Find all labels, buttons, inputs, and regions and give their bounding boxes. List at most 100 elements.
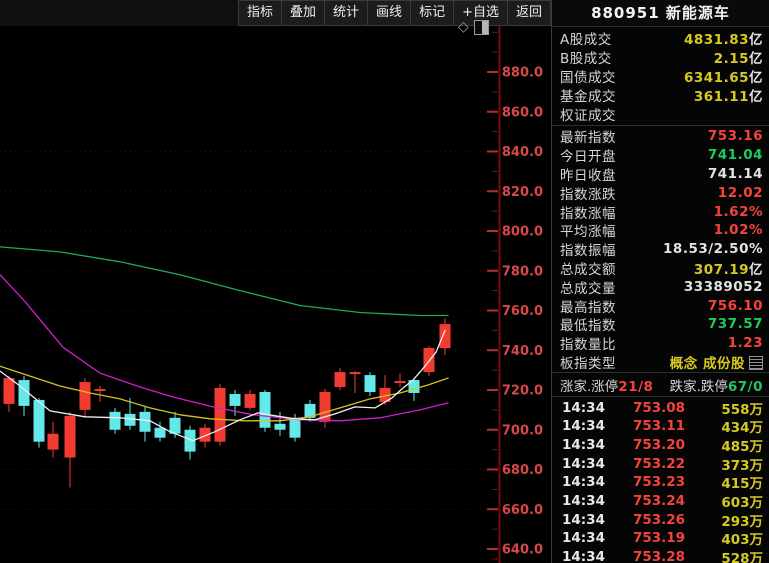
- row-unit: 亿: [749, 69, 763, 86]
- candle: [304, 399, 316, 422]
- panel-row: 国债成交 6341.65亿: [552, 66, 769, 86]
- tick-volume: 373万: [721, 457, 763, 474]
- y-axis-label: 800.0: [502, 225, 543, 240]
- row-value: 1.62%: [713, 203, 763, 220]
- tick-row: 14:34 753.08 558万: [552, 398, 769, 418]
- row-value: 756.10: [707, 297, 763, 314]
- y-axis-label: 840.0: [502, 145, 543, 160]
- candle: [334, 368, 346, 390]
- candle: [394, 373, 406, 388]
- panel-row: 权证成交: [552, 105, 769, 124]
- candle: [79, 378, 91, 418]
- panel-row: 总成交量 33389052: [552, 277, 769, 297]
- row-label: 平均涨幅: [560, 224, 616, 241]
- tick-price: 753.22: [632, 455, 686, 472]
- diamond-marker-icon[interactable]: ◇: [458, 19, 469, 35]
- tick-price: 753.08: [632, 399, 686, 416]
- up-count-value: 21/8: [618, 378, 654, 395]
- row-label: 指数涨跌: [560, 186, 616, 203]
- panel-row: 指数量比 1.23: [552, 334, 769, 353]
- tick-price: 753.11: [632, 418, 686, 435]
- panel-row: 最高指数 756.10: [552, 296, 769, 316]
- tick-time: 14:34: [562, 437, 605, 454]
- row-unit: 亿: [749, 31, 763, 48]
- y-axis-label: 660.0: [502, 503, 543, 518]
- panel-toggle-icon[interactable]: [473, 19, 489, 35]
- tick-volume: 485万: [721, 439, 763, 456]
- row-value: 2.15亿: [713, 50, 763, 67]
- tick-volume: 558万: [721, 401, 763, 418]
- candle: [109, 407, 121, 434]
- row-unit: 亿: [749, 261, 763, 278]
- tick-row: 14:34 753.22 373万: [552, 454, 769, 474]
- candlestick-chart[interactable]: 880.0 860.0 840.0 820.0 800.0 780.0 760.0 740.0…: [0, 0, 551, 563]
- toolbar-button-叠加[interactable]: 叠加: [281, 0, 325, 26]
- y-axis-label: 700.0: [502, 423, 543, 438]
- tick-price: 753.28: [632, 549, 686, 563]
- y-axis-label: 820.0: [502, 185, 543, 200]
- toolbar-button-画线[interactable]: 画线: [367, 0, 411, 26]
- tick-volume: 293万: [721, 513, 763, 530]
- tick-row: 14:34 753.23 415万: [552, 473, 769, 492]
- panel-row: 平均涨幅 1.02%: [552, 221, 769, 240]
- candle: [259, 390, 271, 432]
- toolbar-button-返回[interactable]: 返回: [506, 0, 551, 26]
- toolbar-button-统计[interactable]: 统计: [324, 0, 368, 26]
- tick-volume: 603万: [721, 495, 763, 512]
- panel-row: B股成交 2.15亿: [552, 47, 769, 67]
- candle: [18, 376, 30, 416]
- candlestick-chart-area[interactable]: 880.0 860.0 840.0 820.0 800.0 780.0 760.0 740.0…: [0, 0, 551, 563]
- row-label: 最低指数: [560, 318, 616, 335]
- candle: [139, 405, 151, 442]
- row-value: 概念 成份股: [670, 352, 763, 372]
- y-axis-label: 680.0: [502, 463, 543, 478]
- tick-price: 753.24: [632, 493, 686, 510]
- row-label: 指数涨幅: [560, 205, 616, 222]
- stock-name: 新能源车: [665, 4, 730, 22]
- row-unit: 亿: [749, 89, 763, 106]
- toolbar-button-指标[interactable]: 指标: [238, 0, 282, 26]
- tick-volume: 434万: [721, 420, 763, 437]
- quote-panel: 880951 新能源车 A股成交 4831.83亿 B股成交 2.15亿 国债成交 634…: [551, 0, 769, 563]
- candle: [214, 384, 226, 446]
- candle: [364, 372, 376, 396]
- row-label: 今日开盘: [560, 149, 616, 166]
- tick-time: 14:34: [562, 399, 605, 416]
- tick-time: 14:34: [562, 474, 605, 491]
- y-axis-label: 780.0: [502, 264, 543, 279]
- tick-list[interactable]: 14:34 753.08 558万 14:34 753.11 434万 14:34 753.2…: [552, 397, 769, 563]
- row-unit: 亿: [749, 50, 763, 67]
- row-value: 12.02: [717, 184, 763, 201]
- tick-row: 14:34 753.11 434万: [552, 417, 769, 436]
- tick-volume: 415万: [721, 476, 763, 493]
- candle: [319, 389, 331, 428]
- down-count-value: 67/0: [727, 378, 763, 395]
- row-label: 最新指数: [560, 130, 616, 147]
- panel-row: 板指类型 概念 成份股: [552, 353, 769, 372]
- stock-list-icon[interactable]: [749, 355, 763, 370]
- tick-time: 14:34: [562, 530, 605, 547]
- tick-price: 753.26: [632, 511, 686, 528]
- candle: [349, 371, 361, 393]
- panel-row: A股成交 4831.83亿: [552, 28, 769, 48]
- row-label: 板指类型: [560, 355, 616, 372]
- y-axis-label: 720.0: [502, 384, 543, 399]
- row-value: 307.19亿: [693, 261, 763, 278]
- panel-row: 最低指数 737.57: [552, 315, 769, 334]
- panel-row: 昨日收盘 741.14: [552, 165, 769, 184]
- row-label: 指数量比: [560, 337, 616, 354]
- toolbar-button-标记[interactable]: 标记: [410, 0, 454, 26]
- ma-green: [0, 246, 449, 317]
- index-stats-section: 最新指数 753.16 今日开盘 741.04 昨日收盘 741.14 指数涨跌 12.02 指…: [552, 126, 769, 372]
- candle: [244, 390, 256, 410]
- row-label: 国债成交: [560, 69, 616, 86]
- tick-row: 14:34 753.24 603万: [552, 492, 769, 511]
- breadth-row: 涨家.涨停21/8 跌家.跌停67/0: [552, 372, 769, 398]
- row-label: 最高指数: [560, 299, 616, 316]
- stock-title: 880951 新能源车: [552, 0, 769, 27]
- breadth-down: 跌家.跌停67/0: [670, 375, 763, 395]
- tick-price: 753.20: [632, 437, 686, 454]
- tick-price: 753.23: [632, 474, 686, 491]
- candle: [47, 421, 59, 458]
- trading-terminal: 880.0 860.0 840.0 820.0 800.0 780.0 760.0 740.0…: [0, 0, 769, 563]
